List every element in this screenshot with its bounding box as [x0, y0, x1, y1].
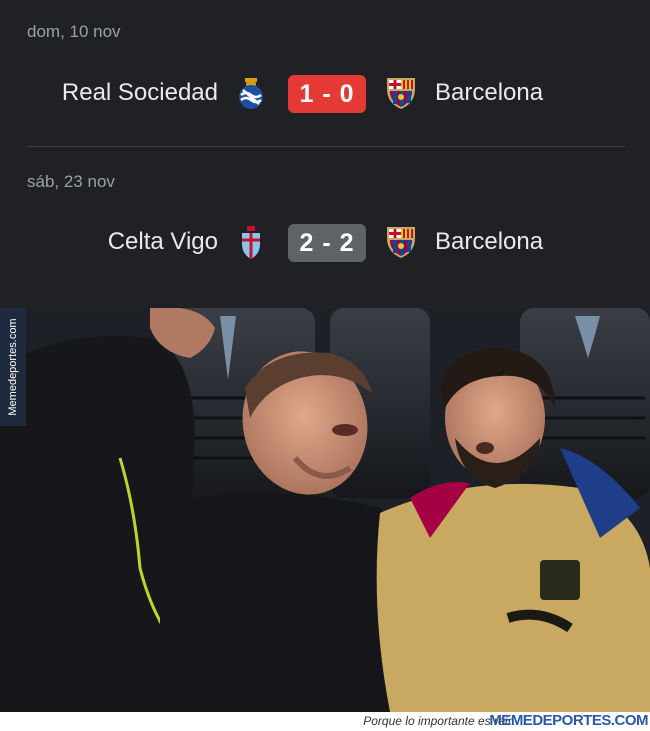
footer-brand-logo: MEMEDEPORTES.COM — [489, 712, 648, 729]
away-team-name: Barcelona — [435, 228, 544, 255]
scores-panel: dom, 10 nov Real Sociedad 1 - 0 Barcelon… — [0, 0, 650, 308]
real-sociedad-crest-icon — [239, 78, 263, 109]
match-row[interactable]: Celta Vigo 2 - 2 Barcelona — [0, 222, 650, 262]
divider — [27, 146, 625, 147]
score-badge: 2 - 2 — [288, 224, 366, 262]
bench-photo-illustration — [0, 308, 650, 712]
match-row[interactable]: Real Sociedad 1 - 0 Barcelona — [0, 73, 650, 113]
home-team-name: Celta Vigo — [107, 228, 218, 255]
score-badge: 1 - 0 — [288, 75, 366, 113]
match-date: sáb, 23 nov — [27, 172, 115, 191]
match-date: dom, 10 nov — [27, 22, 121, 41]
side-watermark: Memedeportes.com — [0, 308, 26, 426]
celta-vigo-crest-icon — [242, 226, 260, 259]
meme-photo — [0, 308, 650, 712]
barcelona-crest-icon — [387, 227, 415, 258]
barcelona-crest-icon — [387, 78, 415, 109]
home-team-name: Real Sociedad — [61, 79, 218, 106]
away-team-name: Barcelona — [435, 79, 544, 106]
footer-bar: Porque lo importante es reír MEMEDEPORTE… — [0, 712, 650, 731]
side-watermark-text: Memedeportes.com — [7, 318, 19, 416]
